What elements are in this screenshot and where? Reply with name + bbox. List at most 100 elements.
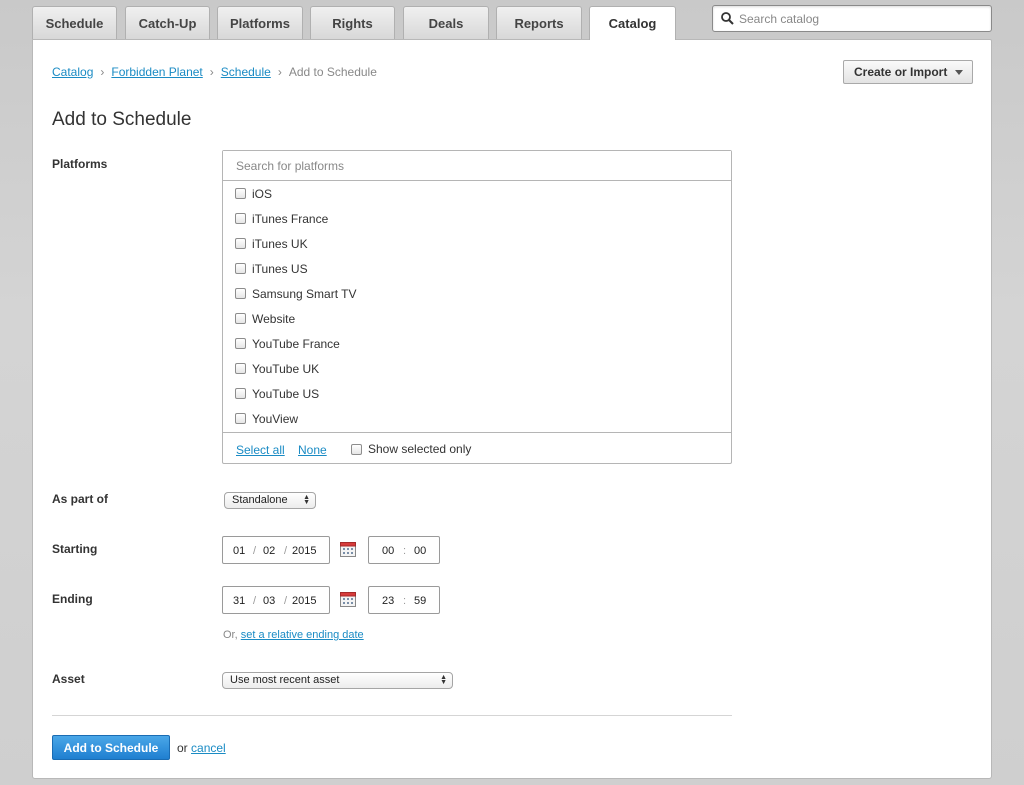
platform-label: Samsung Smart TV: [252, 286, 357, 301]
platform-item-samsung-smart-tv[interactable]: Samsung Smart TV: [235, 281, 356, 306]
checkbox[interactable]: [235, 238, 246, 249]
platform-label: iOS: [252, 186, 273, 201]
catalog-search[interactable]: [712, 5, 992, 32]
platform-item-itunes-france[interactable]: iTunes France: [235, 206, 328, 231]
checkbox[interactable]: [235, 363, 246, 374]
checkbox[interactable]: [235, 213, 246, 224]
create-or-import-label: Create or Import: [854, 65, 948, 79]
platform-list[interactable]: iOS iTunes France iTunes UK iTunes US Sa…: [223, 181, 731, 432]
updown-arrows-icon: ▲ ▼: [440, 674, 447, 686]
start-year[interactable]: 2015: [292, 545, 316, 557]
checkbox[interactable]: [235, 188, 246, 199]
tab-catalog[interactable]: Catalog: [589, 6, 676, 40]
platform-label: iTunes France: [252, 211, 329, 226]
as-part-of-label: As part of: [52, 492, 109, 506]
divider: [52, 715, 732, 716]
cancel-link[interactable]: cancel: [191, 741, 226, 755]
breadcrumb-current: Add to Schedule: [288, 65, 377, 79]
platform-item-youtube-us[interactable]: YouTube US: [235, 381, 319, 406]
platform-item-youview[interactable]: YouView: [235, 406, 298, 431]
page-title: Add to Schedule: [52, 109, 192, 130]
search-input[interactable]: [737, 8, 987, 29]
platform-label: iTunes UK: [252, 236, 308, 251]
platform-label: YouTube UK: [252, 361, 320, 376]
tab-platforms[interactable]: Platforms: [217, 6, 303, 39]
as-part-of-value: Standalone: [232, 494, 288, 506]
breadcrumb-catalog[interactable]: Catalog: [52, 65, 93, 79]
platform-item-website[interactable]: Website: [235, 306, 295, 331]
tab-schedule[interactable]: Schedule: [32, 6, 117, 39]
content-panel: Catalog › Forbidden Planet › Schedule › Add to…: [32, 39, 992, 779]
checkbox[interactable]: [235, 338, 246, 349]
relative-ending-link[interactable]: set a relative ending date: [241, 629, 364, 641]
calendar-icon[interactable]: [340, 591, 356, 607]
checkbox[interactable]: [235, 413, 246, 424]
tab-catch-up[interactable]: Catch-Up: [125, 6, 210, 39]
select-none-link[interactable]: None: [298, 443, 327, 457]
platform-item-youtube-uk[interactable]: YouTube UK: [235, 356, 319, 381]
select-all-link[interactable]: Select all: [236, 443, 285, 457]
platform-item-youtube-france[interactable]: YouTube France: [235, 331, 340, 356]
start-month[interactable]: 02: [263, 545, 275, 557]
end-date-field[interactable]: 31 / 03 / 2015: [222, 586, 330, 614]
platform-label: YouView: [252, 411, 299, 426]
relative-ending-note: Or, set a relative ending date: [223, 629, 364, 641]
checkbox[interactable]: [235, 313, 246, 324]
search-icon: [721, 12, 734, 25]
end-year[interactable]: 2015: [292, 595, 316, 607]
asset-label: Asset: [52, 672, 85, 686]
breadcrumb-separator: ›: [100, 65, 105, 79]
end-minute[interactable]: 59: [414, 595, 426, 607]
date-separator: /: [253, 545, 257, 557]
start-date-field[interactable]: 01 / 02 / 2015: [222, 536, 330, 564]
asset-select[interactable]: Use most recent asset ▲ ▼: [222, 672, 453, 689]
start-minute[interactable]: 00: [414, 545, 426, 557]
platform-label: iTunes US: [252, 261, 308, 276]
checkbox[interactable]: [235, 263, 246, 274]
date-separator: /: [284, 595, 288, 607]
start-day[interactable]: 01: [233, 545, 245, 557]
platform-label: YouTube France: [252, 336, 340, 351]
updown-arrows-icon: ▲ ▼: [303, 494, 310, 506]
show-selected-only-toggle[interactable]: Show selected only: [351, 442, 471, 456]
time-separator: :: [403, 545, 407, 557]
platform-picker: iOS iTunes France iTunes UK iTunes US Sa…: [222, 150, 732, 464]
end-hour[interactable]: 23: [382, 595, 394, 607]
platform-item-itunes-us[interactable]: iTunes US: [235, 256, 308, 281]
add-to-schedule-button[interactable]: Add to Schedule: [52, 735, 170, 760]
breadcrumb-forbidden-planet[interactable]: Forbidden Planet: [111, 65, 202, 79]
tab-reports[interactable]: Reports: [496, 6, 582, 39]
as-part-of-select[interactable]: Standalone ▲ ▼: [224, 492, 316, 509]
or-text: or: [177, 741, 188, 755]
platform-footer: Select all None Show selected only: [223, 432, 731, 463]
end-time-field[interactable]: 23 : 59: [368, 586, 440, 614]
checkbox[interactable]: [235, 388, 246, 399]
end-day[interactable]: 31: [233, 595, 245, 607]
time-separator: :: [403, 595, 407, 607]
platform-search-input[interactable]: [223, 151, 731, 181]
breadcrumb-separator: ›: [277, 65, 282, 79]
platform-item-itunes-uk[interactable]: iTunes UK: [235, 231, 308, 256]
tab-deals[interactable]: Deals: [403, 6, 489, 39]
date-separator: /: [253, 595, 257, 607]
platform-item-ios[interactable]: iOS: [235, 181, 272, 206]
tab-rights[interactable]: Rights: [310, 6, 395, 39]
breadcrumb-separator: ›: [209, 65, 214, 79]
cancel-group: or cancel: [177, 741, 226, 755]
platforms-label: Platforms: [52, 157, 108, 171]
breadcrumb-schedule[interactable]: Schedule: [221, 65, 271, 79]
start-time-field[interactable]: 00 : 00: [368, 536, 440, 564]
date-separator: /: [284, 545, 288, 557]
create-or-import-button[interactable]: Create or Import: [843, 60, 973, 84]
starting-label: Starting: [52, 542, 98, 556]
start-hour[interactable]: 00: [382, 545, 394, 557]
end-month[interactable]: 03: [263, 595, 275, 607]
breadcrumb: Catalog › Forbidden Planet › Schedule › Add to…: [52, 65, 377, 79]
checkbox[interactable]: [351, 443, 362, 455]
platform-label: YouTube US: [252, 386, 320, 401]
checkbox[interactable]: [235, 288, 246, 299]
show-selected-only-label: Show selected only: [368, 442, 472, 456]
caret-down-icon: [955, 70, 963, 75]
ending-label: Ending: [52, 592, 93, 606]
calendar-icon[interactable]: [340, 541, 356, 557]
